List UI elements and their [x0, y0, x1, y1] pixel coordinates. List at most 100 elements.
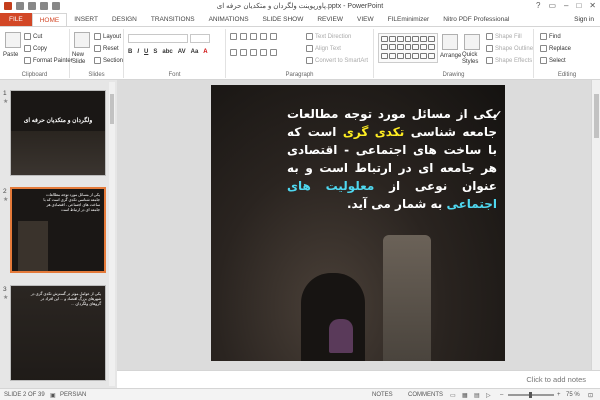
slide-sorter-icon[interactable]: ▦	[462, 392, 468, 399]
normal-view-icon[interactable]: ▭	[450, 392, 456, 399]
select-label: Select	[549, 57, 566, 64]
font-name-dropdown[interactable]	[128, 34, 188, 43]
arrange-button[interactable]: Arrange	[440, 53, 461, 59]
reset-button[interactable]: Reset	[94, 45, 119, 52]
tab-file[interactable]: FILE	[0, 13, 32, 26]
maximize-icon[interactable]: □	[576, 1, 581, 10]
tab-nitro-pdf[interactable]: Nitro PDF Professional	[436, 13, 516, 26]
tab-fileminimizer[interactable]: FILEminimizer	[381, 13, 437, 26]
convert-smartart-button[interactable]: Convert to SmartArt	[306, 57, 368, 64]
align-center-icon[interactable]	[240, 49, 247, 56]
paste-button[interactable]: Paste	[3, 52, 18, 58]
slide-thumbnails-pane: 1 ★ ولگردان و متکدیان حرفه ای 2 ★ یکی از…	[0, 80, 117, 388]
close-icon[interactable]: ✕	[589, 1, 596, 10]
slide-thumbnail-2[interactable]: یکی از مسائل مورد توجه مطالعات جامعه شنا…	[10, 187, 106, 273]
sign-in-link[interactable]: Sign in	[568, 13, 600, 26]
change-case-button[interactable]: Aa	[191, 49, 199, 55]
help-icon[interactable]: ?	[536, 1, 540, 10]
increase-indent-icon[interactable]	[260, 33, 267, 40]
tab-design[interactable]: DESIGN	[105, 13, 144, 26]
copy-button[interactable]: Copy	[24, 45, 47, 52]
animation-star-icon: ★	[3, 197, 9, 203]
zoom-out-icon[interactable]: –	[500, 392, 503, 398]
align-text-button[interactable]: Align Text	[306, 45, 341, 52]
thumbnail-text: یکی از مسائل مورد توجه مطالعات جامعه شنا…	[43, 193, 100, 212]
line-spacing-icon[interactable]	[270, 33, 277, 40]
shape-outline-label: Shape Outline	[495, 45, 534, 52]
arrange-icon[interactable]	[442, 34, 458, 50]
comments-button[interactable]: COMMENTS	[408, 392, 443, 398]
format-painter-button[interactable]: Format Painter	[24, 57, 73, 64]
quick-styles-button[interactable]: Quick Styles	[462, 52, 484, 66]
shape-effects-button[interactable]: Shape Effects	[486, 57, 532, 64]
scrollbar-thumb[interactable]	[110, 94, 114, 124]
tab-view[interactable]: VIEW	[350, 13, 381, 26]
scrollbar-thumb[interactable]	[594, 94, 599, 138]
decrease-indent-icon[interactable]	[250, 33, 257, 40]
numbering-icon[interactable]	[240, 33, 247, 40]
thumbnails-scrollbar[interactable]	[109, 82, 115, 386]
reading-view-icon[interactable]: ▤	[474, 392, 480, 399]
language-indicator[interactable]: PERSIAN	[60, 392, 86, 398]
tab-slide-show[interactable]: SLIDE SHOW	[256, 13, 311, 26]
replace-label: Replace	[549, 45, 572, 52]
font-color-button[interactable]: A	[203, 49, 207, 55]
shape-fill-button[interactable]: Shape Fill	[486, 33, 522, 40]
strike-abc-button[interactable]: abc	[162, 49, 172, 55]
select-button[interactable]: Select	[540, 57, 566, 64]
font-format-buttons: B I U S abc AV Aa A	[128, 49, 208, 55]
shapes-gallery[interactable]	[378, 33, 438, 63]
zoom-in-icon[interactable]: +	[557, 392, 561, 398]
bold-button[interactable]: B	[128, 49, 132, 55]
strikethrough-button[interactable]: S	[153, 49, 157, 55]
tab-home[interactable]: HOME	[31, 13, 68, 26]
slide-thumbnail-3[interactable]: یکی از عوامل موثر در گسترش تکدی گری در ش…	[10, 285, 106, 381]
paste-icon[interactable]	[5, 32, 21, 48]
quick-styles-icon[interactable]	[464, 34, 480, 50]
cut-button[interactable]: Cut	[24, 33, 42, 40]
new-slide-button[interactable]: New Slide	[72, 52, 94, 66]
tab-review[interactable]: REVIEW	[310, 13, 350, 26]
tab-animations[interactable]: ANIMATIONS	[202, 13, 256, 26]
italic-button[interactable]: I	[137, 49, 139, 55]
animation-star-icon: ★	[3, 295, 9, 301]
align-left-icon[interactable]	[230, 49, 237, 56]
new-slide-icon[interactable]	[74, 32, 90, 48]
current-slide[interactable]: ✓ یکی از مسائل مورد توجه مطالعات جامعه ش…	[211, 85, 505, 361]
fit-slide-icon[interactable]: ⊡	[588, 392, 593, 399]
bullets-icon[interactable]	[230, 33, 237, 40]
section-label: Section	[103, 57, 124, 64]
window-title: پاورپوینت ولگردان و متکدیان حرفه ای.pptx…	[216, 3, 384, 10]
char-spacing-button[interactable]: AV	[178, 49, 186, 55]
canvas-scrollbar[interactable]	[591, 80, 600, 370]
clipboard-label: Clipboard	[21, 72, 48, 78]
thumbnail-number: 1	[3, 90, 7, 97]
font-size-dropdown[interactable]	[190, 34, 210, 43]
zoom-level[interactable]: 75 %	[566, 392, 580, 398]
text-direction-button[interactable]: Text Direction	[306, 33, 351, 40]
underline-button[interactable]: U	[144, 49, 148, 55]
notes-button[interactable]: NOTES	[372, 392, 393, 398]
slideshow-view-icon[interactable]: ▷	[486, 392, 491, 399]
proofing-icon[interactable]: ▣	[50, 392, 56, 399]
shape-outline-button[interactable]: Shape Outline	[486, 45, 533, 52]
section-button[interactable]: Section	[94, 57, 123, 64]
find-button[interactable]: Find	[540, 33, 561, 40]
drawing-group: Arrange Quick Styles Shape Fill Shape Ou…	[374, 29, 534, 78]
layout-button[interactable]: Layout	[94, 33, 121, 40]
minimize-icon[interactable]: –	[564, 1, 568, 10]
slide-thumbnail-1[interactable]: ولگردان و متکدیان حرفه ای	[10, 90, 106, 176]
slide-body-text[interactable]: یکی از مسائل مورد توجه مطالعات جامعه شنا…	[287, 105, 497, 213]
animation-star-icon: ★	[3, 99, 9, 105]
zoom-slider-thumb[interactable]	[529, 392, 532, 398]
align-right-icon[interactable]	[250, 49, 257, 56]
justify-icon[interactable]	[260, 49, 267, 56]
child-figure	[329, 319, 353, 353]
shape-fill-label: Shape Fill	[495, 33, 522, 40]
ribbon-display-icon[interactable]: ▭	[548, 1, 556, 10]
columns-icon[interactable]	[270, 49, 277, 56]
tab-insert[interactable]: INSERT	[67, 13, 105, 26]
tab-transitions[interactable]: TRANSITIONS	[144, 13, 202, 26]
replace-button[interactable]: Replace	[540, 45, 571, 52]
notes-pane[interactable]: Click to add notes	[117, 370, 600, 388]
